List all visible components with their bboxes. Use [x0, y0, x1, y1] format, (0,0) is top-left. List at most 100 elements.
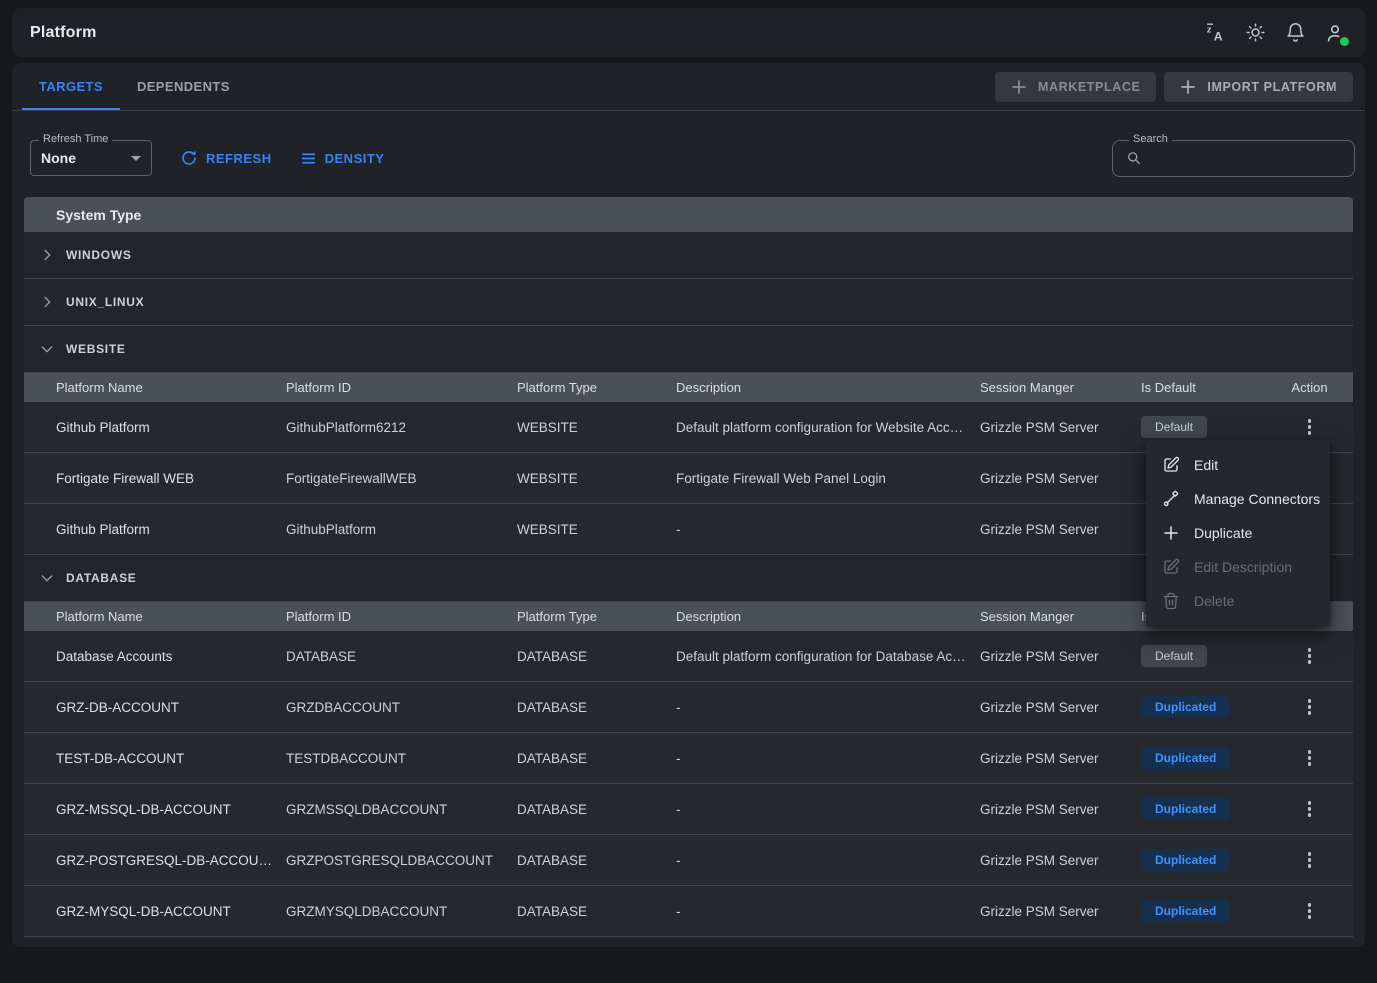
cell-platform-name: GRZ-MYSQL-DB-ACCOUNT — [24, 904, 286, 919]
cell-description: - — [676, 700, 980, 715]
cell-platform-id: GRZMYSQLDBACCOUNT — [286, 904, 517, 919]
column-header: Platform Name — [24, 609, 286, 624]
group-row-windows[interactable]: WINDOWS — [24, 232, 1353, 279]
table-row: Database AccountsDATABASEDATABASEDefault… — [24, 631, 1353, 682]
cell-platform-type: WEBSITE — [517, 420, 676, 435]
menu-item-edit[interactable]: Edit — [1146, 448, 1330, 482]
cell-description: - — [676, 904, 980, 919]
cell-platform-name: GRZ-POSTGRESQL-DB-ACCOUNT — [24, 853, 286, 868]
cell-platform-id: DATABASE — [286, 649, 517, 664]
group-columns-header: Platform NamePlatform IDPlatform TypeDes… — [24, 373, 1353, 402]
system-type-header: System Type — [24, 197, 1353, 232]
status-badge: Duplicated — [1141, 747, 1230, 769]
row-actions-kebab-icon[interactable] — [1298, 415, 1322, 439]
group-label: UNIX_LINUX — [66, 295, 144, 309]
chevron-down-icon — [38, 569, 56, 587]
cell-session-manager: Grizzle PSM Server — [980, 904, 1141, 919]
app-header: Platform z A — [12, 8, 1365, 57]
density-button-label: DENSITY — [325, 151, 385, 166]
cell-is-default: Duplicated — [1141, 849, 1266, 871]
account-icon[interactable] — [1323, 21, 1347, 45]
status-badge: Duplicated — [1141, 798, 1230, 820]
cell-session-manager: Grizzle PSM Server — [980, 471, 1141, 486]
column-header: Description — [676, 380, 980, 395]
import-platform-button[interactable]: IMPORT PLATFORM — [1164, 72, 1353, 102]
connectors-icon — [1162, 490, 1180, 508]
cell-action — [1266, 797, 1353, 821]
group-label: DATABASE — [66, 571, 137, 585]
plus-icon — [1180, 79, 1196, 95]
tab-dependents[interactable]: DEPENDENTS — [120, 63, 247, 110]
table-row: TEST-DB-ACCOUNTTESTDBACCOUNTDATABASE-Gri… — [24, 733, 1353, 784]
cell-action — [1266, 848, 1353, 872]
cell-platform-id: GithubPlatform — [286, 522, 517, 537]
menu-item-duplicate[interactable]: Duplicate — [1146, 516, 1330, 550]
marketplace-button-label: MARKETPLACE — [1038, 80, 1140, 94]
search-label: Search — [1129, 133, 1172, 145]
row-context-menu: EditManage ConnectorsDuplicate Edit Descr… — [1146, 440, 1330, 626]
header-icon-group: z A — [1203, 21, 1347, 45]
column-header: Platform Type — [517, 609, 676, 624]
chevron-down-icon — [131, 156, 141, 161]
density-button[interactable]: DENSITY — [300, 150, 385, 167]
translate-icon[interactable]: z A — [1203, 21, 1227, 45]
row-actions-kebab-icon[interactable] — [1298, 746, 1322, 770]
refresh-button-label: REFRESH — [206, 151, 272, 166]
cell-description: - — [676, 853, 980, 868]
refresh-button[interactable]: REFRESH — [180, 149, 272, 167]
marketplace-button[interactable]: MARKETPLACE — [995, 72, 1156, 102]
cell-platform-name: GRZ-MSSQL-DB-ACCOUNT — [24, 802, 286, 817]
search-field[interactable]: Search — [1112, 140, 1355, 177]
group-row-unix-linux[interactable]: UNIX_LINUX — [24, 279, 1353, 326]
cell-is-default: Default — [1141, 416, 1266, 438]
cell-platform-type: WEBSITE — [517, 471, 676, 486]
row-actions-kebab-icon[interactable] — [1298, 644, 1322, 668]
search-input[interactable] — [1151, 150, 1342, 166]
cell-platform-id: TESTDBACCOUNT — [286, 751, 517, 766]
status-badge: Duplicated — [1141, 696, 1230, 718]
cell-action — [1266, 415, 1353, 439]
chevron-right-icon — [38, 246, 56, 264]
page-title: Platform — [30, 24, 97, 42]
row-actions-kebab-icon[interactable] — [1298, 797, 1322, 821]
refresh-time-select[interactable]: Refresh Time None — [30, 140, 152, 176]
table-row: GRZ-MSSQL-DB-ACCOUNTGRZMSSQLDBACCOUNTDAT… — [24, 784, 1353, 835]
group-label: WEBSITE — [66, 342, 126, 356]
row-actions-kebab-icon[interactable] — [1298, 695, 1322, 719]
group-row-website[interactable]: WEBSITE — [24, 326, 1353, 373]
notifications-icon[interactable] — [1283, 21, 1307, 45]
column-header: Platform ID — [286, 609, 517, 624]
cell-description: - — [676, 751, 980, 766]
column-header: Platform ID — [286, 380, 517, 395]
cell-platform-type: DATABASE — [517, 904, 676, 919]
row-actions-kebab-icon[interactable] — [1298, 899, 1322, 923]
refresh-icon — [180, 149, 198, 167]
brightness-icon[interactable] — [1243, 21, 1267, 45]
cell-action — [1266, 746, 1353, 770]
column-header: Action — [1266, 380, 1353, 395]
cell-platform-type: DATABASE — [517, 751, 676, 766]
status-badge: Default — [1141, 416, 1207, 438]
cell-is-default: Duplicated — [1141, 900, 1266, 922]
svg-text:A: A — [1213, 29, 1222, 43]
status-badge: Duplicated — [1141, 849, 1230, 871]
cell-description: Fortigate Firewall Web Panel Login — [676, 471, 980, 486]
table-row: GRZ-POSTGRESQL-DB-ACCOUNTGRZPOSTGRESQLDB… — [24, 835, 1353, 886]
column-header: Session Manger — [980, 609, 1141, 624]
cell-platform-name: GRZ-DB-ACCOUNT — [24, 700, 286, 715]
group-label: WINDOWS — [66, 248, 132, 262]
table-row: GRZ-DB-ACCOUNTGRZDBACCOUNTDATABASE-Grizz… — [24, 682, 1353, 733]
cell-session-manager: Grizzle PSM Server — [980, 522, 1141, 537]
online-status-dot — [1340, 37, 1349, 46]
cell-platform-id: GRZMSSQLDBACCOUNT — [286, 802, 517, 817]
cell-platform-name: Github Platform — [24, 522, 286, 537]
menu-item-manage-connectors[interactable]: Manage Connectors — [1146, 482, 1330, 516]
tab-targets[interactable]: TARGETS — [22, 63, 120, 110]
menu-item-label: Edit Description — [1194, 559, 1292, 575]
row-actions-kebab-icon[interactable] — [1298, 848, 1322, 872]
plus-icon — [1011, 79, 1027, 95]
column-header: Session Manger — [980, 380, 1141, 395]
cell-platform-name: Github Platform — [24, 420, 286, 435]
cell-action — [1266, 644, 1353, 668]
search-icon — [1125, 148, 1143, 168]
